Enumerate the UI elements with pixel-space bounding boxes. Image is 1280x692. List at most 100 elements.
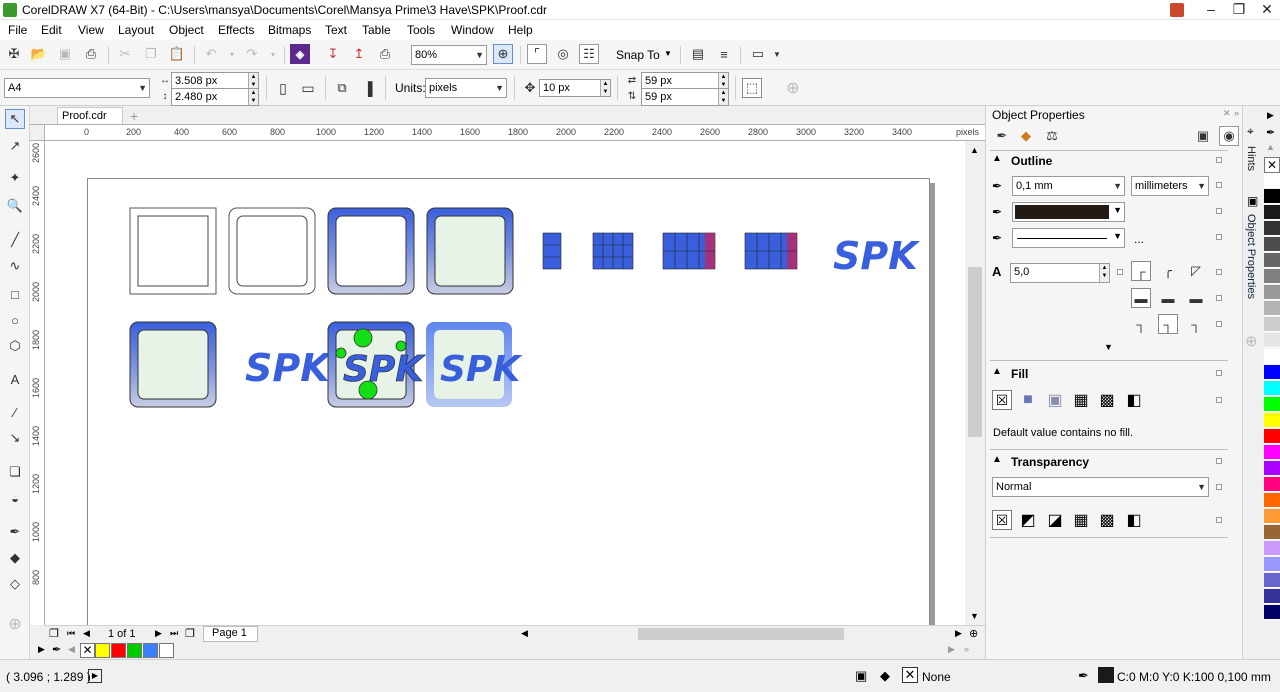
portrait-icon[interactable]: ▯ bbox=[273, 78, 293, 98]
palette-swatch[interactable] bbox=[1264, 301, 1280, 316]
previous-page-icon[interactable]: ◀ bbox=[83, 628, 90, 639]
palette-eyedropper-icon[interactable]: ✒ bbox=[52, 643, 61, 656]
doc-palette-swatch[interactable] bbox=[127, 643, 142, 658]
launcher-chevron-icon[interactable]: ▼ bbox=[767, 44, 787, 64]
undo-icon[interactable]: ↶ bbox=[201, 44, 221, 64]
page-size-select[interactable]: A4 ▼ bbox=[4, 78, 150, 98]
outline-units-select[interactable]: millimeters ▼ bbox=[1131, 176, 1209, 196]
import-icon[interactable]: ↧ bbox=[323, 44, 343, 64]
scroll-right-icon[interactable]: ▶ bbox=[955, 628, 962, 639]
palette-scroll-right-icon[interactable]: ▶ bbox=[948, 644, 955, 655]
palette-more-icon[interactable]: » bbox=[964, 644, 969, 654]
texture-transparency-icon[interactable]: ◧ bbox=[1124, 510, 1144, 530]
scroll-left-icon[interactable]: ◀ bbox=[521, 628, 528, 639]
no-color-swatch[interactable]: ✕ bbox=[1264, 157, 1280, 173]
polygon-tool-icon[interactable]: ⬡ bbox=[5, 336, 25, 356]
palette-swatch[interactable] bbox=[1264, 205, 1280, 220]
menu-layout[interactable]: Layout bbox=[118, 23, 154, 37]
object-properties-tab-icon[interactable]: ▣ bbox=[1247, 194, 1258, 208]
palette-swatch[interactable] bbox=[1264, 269, 1280, 284]
proof-square-logo-base[interactable] bbox=[129, 321, 217, 408]
drawing-canvas[interactable]: SPK SPK SPK SPK bbox=[45, 141, 965, 625]
add-page-after-icon[interactable]: ❐ bbox=[185, 627, 195, 640]
first-page-icon[interactable]: ⏮ bbox=[67, 628, 75, 639]
pick-tool-icon[interactable]: ↖ bbox=[5, 109, 25, 129]
palette-flyout-icon[interactable]: ▶ bbox=[1267, 110, 1274, 121]
spinner-icon[interactable]: ▲ ▼ bbox=[718, 89, 728, 105]
scroll-up-icon[interactable]: ▲ bbox=[970, 145, 979, 155]
palette-eyedropper-icon[interactable]: ✒ bbox=[1266, 126, 1275, 139]
spinner-icon[interactable]: ▲ ▼ bbox=[248, 89, 258, 105]
docker-options-icon[interactable]: ▣ bbox=[1193, 126, 1213, 146]
paste-icon[interactable]: 📋 bbox=[167, 44, 187, 64]
corner-round-icon[interactable]: ╭ bbox=[1158, 261, 1178, 281]
palette-scroll-up-icon[interactable]: ▲ bbox=[1266, 142, 1275, 152]
texture-fill-icon[interactable]: ◧ bbox=[1124, 390, 1144, 410]
vertical-scroll-thumb[interactable] bbox=[968, 267, 982, 437]
docker-lock-icon[interactable]: ◉ bbox=[1219, 126, 1239, 146]
cap-round-icon[interactable]: ▬ bbox=[1158, 288, 1178, 308]
show-guidelines-icon[interactable]: ◎ bbox=[553, 44, 573, 64]
undo-dropdown-icon[interactable]: ▾ bbox=[222, 44, 242, 64]
welcome-screen-icon[interactable]: ▤ bbox=[688, 44, 708, 64]
eyedropper-tool-icon[interactable]: ✒ bbox=[5, 522, 25, 542]
palette-swatch[interactable] bbox=[1264, 189, 1280, 204]
text-tool-icon[interactable]: A bbox=[5, 369, 25, 389]
spinner-icon[interactable]: ▲ ▼ bbox=[248, 73, 258, 89]
vector-pattern-fill-icon[interactable]: ▦ bbox=[1071, 390, 1091, 410]
transparency-tab-icon[interactable]: ⚖ bbox=[1042, 126, 1062, 146]
spk-step-1[interactable] bbox=[542, 232, 562, 270]
palette-swatch[interactable] bbox=[1264, 445, 1280, 460]
palette-swatch[interactable] bbox=[1264, 509, 1280, 524]
outline-tab-icon[interactable]: ✒ bbox=[992, 126, 1012, 146]
close-button[interactable]: ✕ bbox=[1252, 0, 1280, 20]
palette-swatch[interactable] bbox=[1264, 397, 1280, 412]
menu-tools[interactable]: Tools bbox=[407, 23, 435, 37]
outline-color-swatch[interactable] bbox=[1098, 667, 1114, 683]
cut-icon[interactable]: ✂ bbox=[115, 44, 135, 64]
color-proofing-icon[interactable]: ▣ bbox=[855, 668, 867, 684]
all-pages-icon[interactable]: ⧉ bbox=[332, 78, 352, 98]
application-launcher-icon[interactable]: ▭ bbox=[748, 44, 768, 64]
connector-tool-icon[interactable]: ↘ bbox=[5, 428, 25, 448]
full-screen-icon[interactable]: ⊕ bbox=[493, 44, 513, 64]
interactive-fill-icon[interactable]: ◆ bbox=[5, 548, 25, 568]
palette-swatch[interactable] bbox=[1264, 413, 1280, 428]
doc-palette-swatch[interactable] bbox=[111, 643, 126, 658]
palette-swatch[interactable] bbox=[1264, 349, 1280, 364]
uniform-transparency-icon[interactable]: ◩ bbox=[1018, 510, 1038, 530]
transparency-tool-icon[interactable]: ◒ bbox=[5, 488, 25, 508]
redo-dropdown-icon[interactable]: ▾ bbox=[263, 44, 283, 64]
spk-logo-row2[interactable]: SPK bbox=[245, 346, 332, 390]
account-icon[interactable] bbox=[1170, 3, 1184, 17]
palette-swatch[interactable] bbox=[1264, 525, 1280, 540]
minimize-button[interactable]: – bbox=[1196, 0, 1226, 20]
copy-icon[interactable]: ❐ bbox=[141, 44, 161, 64]
palette-swatch[interactable] bbox=[1264, 253, 1280, 268]
fountain-transparency-icon[interactable]: ◪ bbox=[1045, 510, 1065, 530]
zoom-level-select[interactable]: 80% ▼ bbox=[411, 45, 487, 65]
palette-expand-icon[interactable]: ▶ bbox=[38, 644, 45, 655]
palette-swatch[interactable] bbox=[1264, 605, 1280, 620]
treat-as-filled-icon[interactable]: ⬚ bbox=[742, 78, 762, 98]
crop-tool-icon[interactable]: ✦ bbox=[5, 168, 25, 188]
palette-swatch[interactable] bbox=[1264, 541, 1280, 556]
doc-palette-swatch[interactable] bbox=[159, 643, 174, 658]
cap-extended-icon[interactable]: ▬ bbox=[1186, 288, 1206, 308]
menu-edit[interactable]: Edit bbox=[41, 23, 62, 37]
menu-effects[interactable]: Effects bbox=[218, 23, 254, 37]
drop-shadow-icon[interactable]: ❏ bbox=[5, 462, 25, 482]
menu-help[interactable]: Help bbox=[508, 23, 533, 37]
add-docker-icon[interactable]: ⊕ bbox=[1245, 332, 1258, 350]
vector-pattern-transparency-icon[interactable]: ▦ bbox=[1071, 510, 1091, 530]
vertical-scrollbar[interactable]: ▲ ▼ bbox=[965, 141, 985, 625]
proof-square-rounded[interactable] bbox=[228, 207, 316, 295]
maximize-button[interactable]: ❐ bbox=[1224, 0, 1254, 20]
palette-swatch[interactable] bbox=[1264, 221, 1280, 236]
palette-swatch[interactable] bbox=[1264, 237, 1280, 252]
scroll-down-icon[interactable]: ▼ bbox=[970, 611, 979, 621]
hints-icon[interactable]: ⌖ bbox=[1247, 124, 1254, 139]
new-document-icon[interactable]: ✠ bbox=[4, 44, 24, 64]
palette-scroll-left-icon[interactable]: ◀ bbox=[68, 644, 75, 655]
open-folder-icon[interactable]: 📂 bbox=[29, 44, 49, 64]
